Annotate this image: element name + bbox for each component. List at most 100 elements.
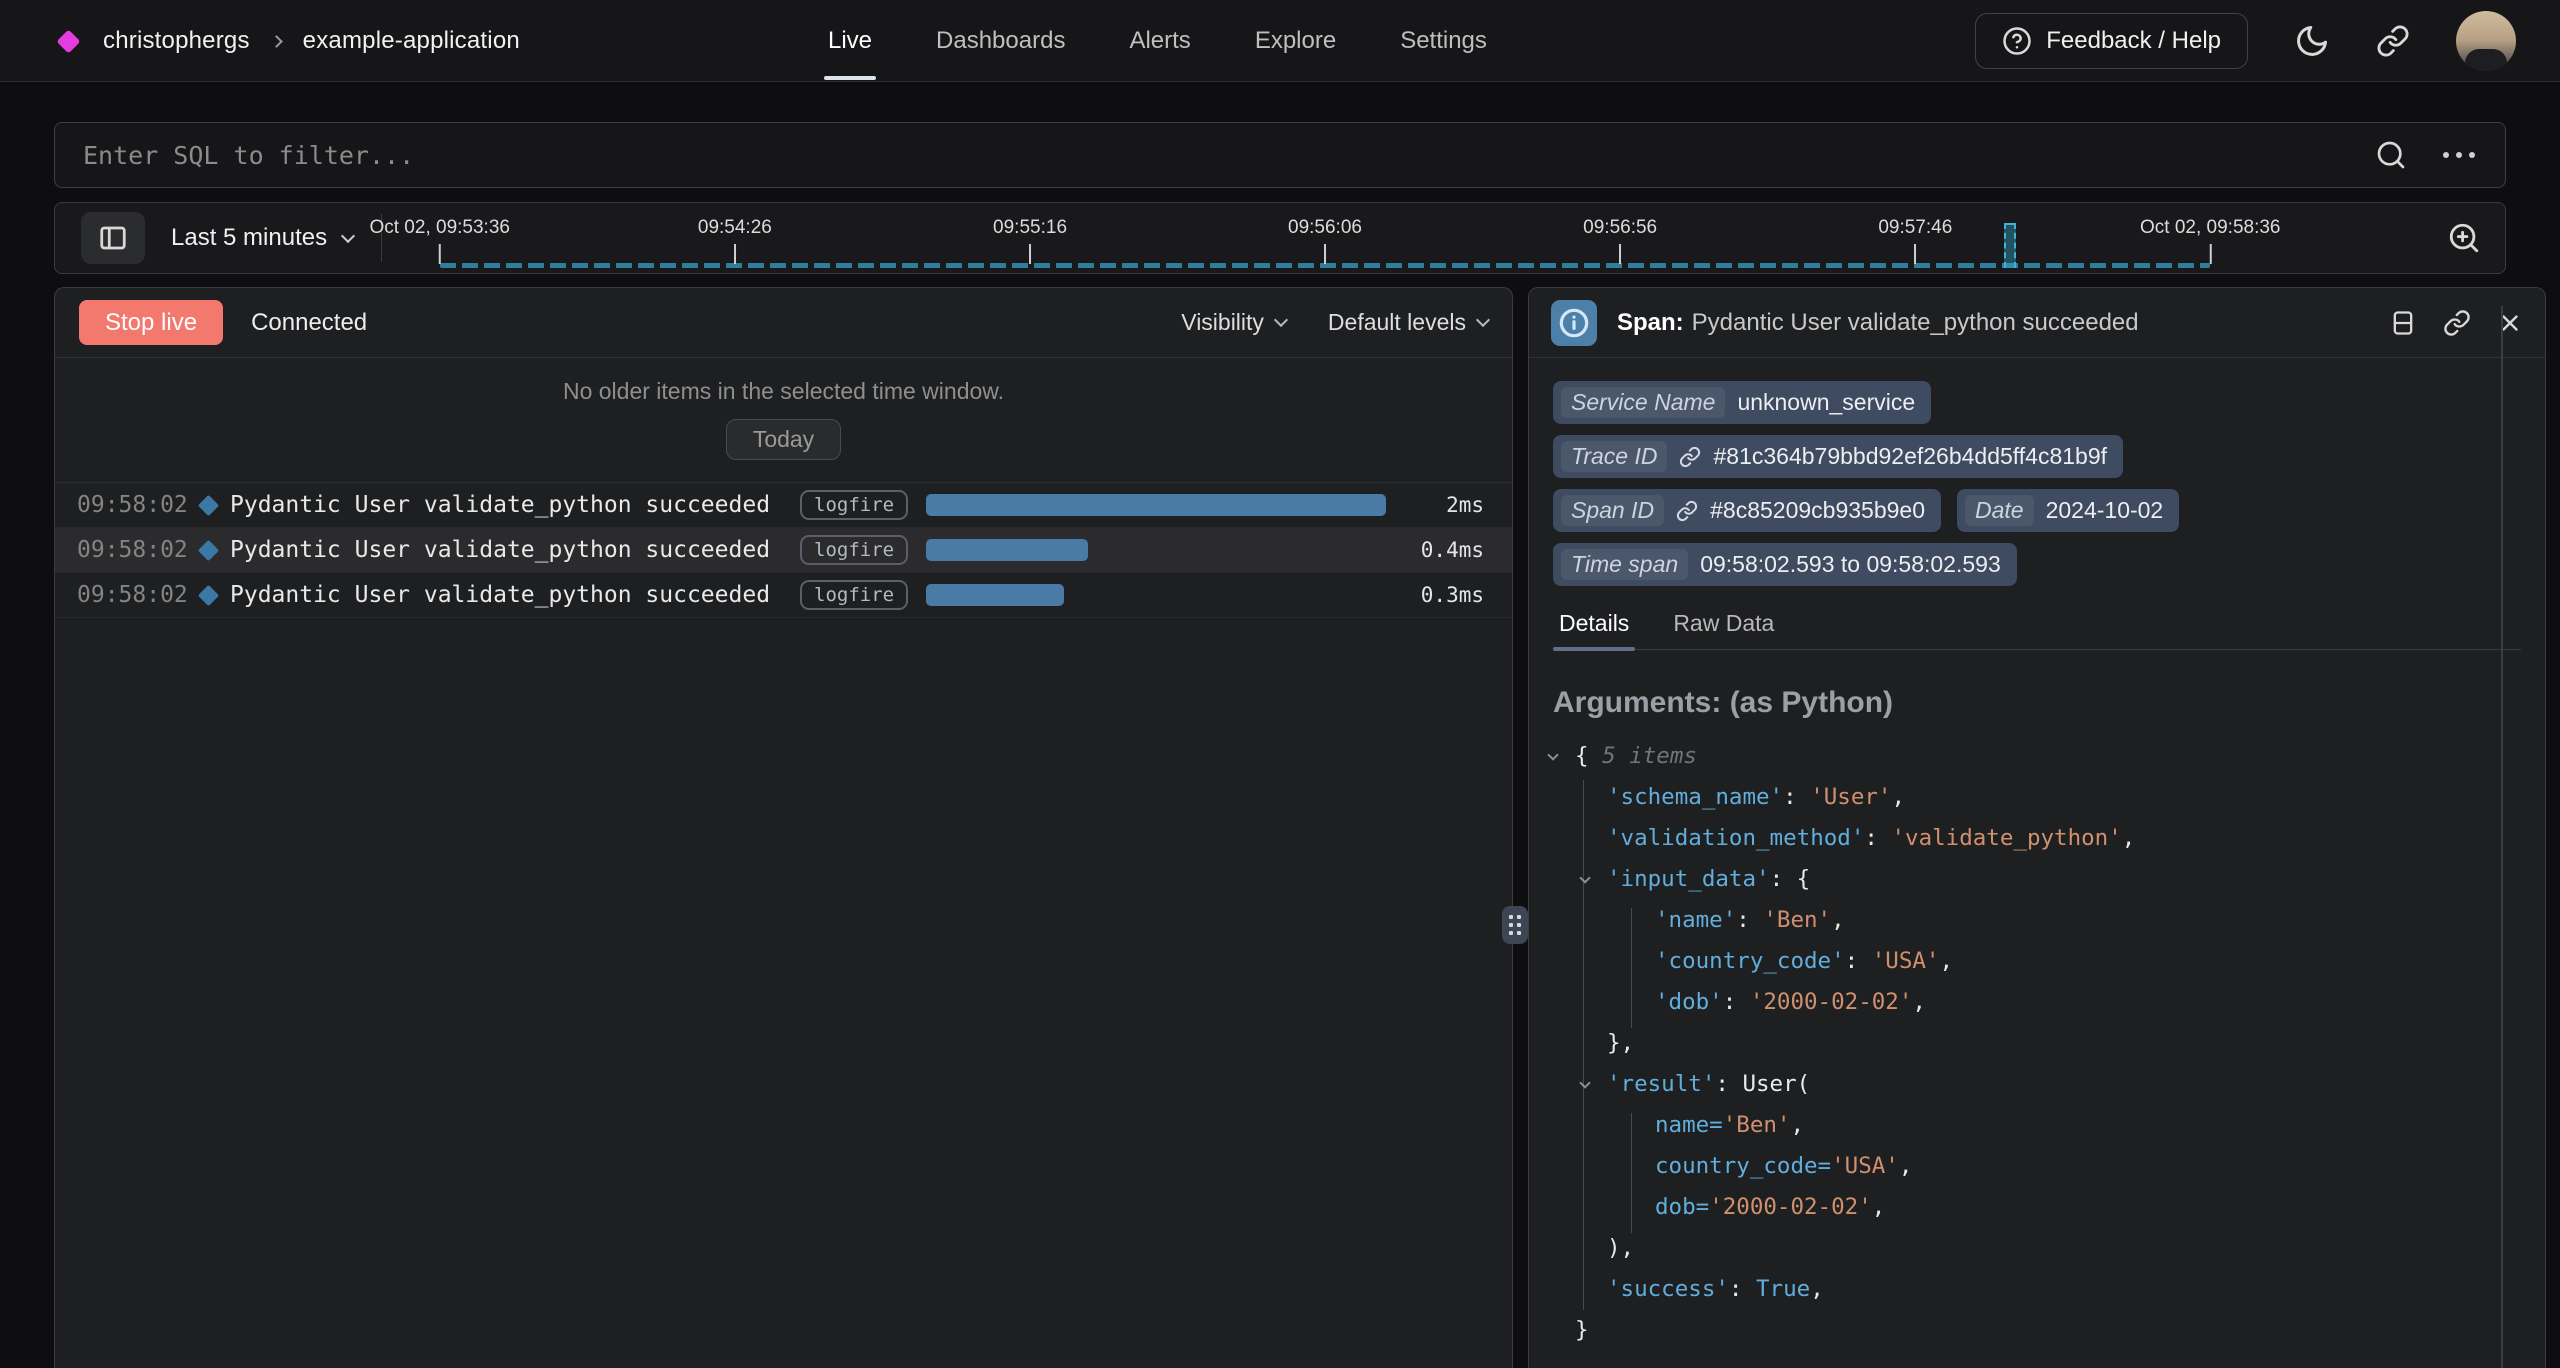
search-icon[interactable] (2375, 139, 2407, 171)
duration-bar-track (926, 538, 1418, 562)
sidebar-toggle-button[interactable] (81, 212, 145, 264)
span-panel-header: Span:Pydantic User validate_python succe… (1529, 288, 2545, 358)
visibility-label: Visibility (1181, 309, 1264, 336)
property-value: 09:58:02.593 to 09:58:02.593 (1700, 551, 2001, 578)
span-title-text: Pydantic User validate_python succeeded (1692, 309, 2139, 336)
chevron-down-icon (341, 228, 355, 242)
panel-scrollbar[interactable] (2501, 306, 2503, 1368)
code-segment: , (1810, 1276, 1824, 1302)
time-range-select[interactable]: Last 5 minutes (171, 224, 353, 252)
code-segment: 'Ben' (1723, 1112, 1791, 1138)
logfire-logo-icon[interactable] (56, 29, 80, 53)
code-line: 'name': 'Ben', (1553, 900, 2521, 941)
code-segment: 'USA' (1831, 1153, 1899, 1179)
split-view-icon[interactable] (2389, 309, 2417, 337)
property-pill-trace-id[interactable]: Trace ID#81c364b79bbd92ef26b4dd5ff4c81b9… (1553, 435, 2123, 478)
breadcrumb-chevron-icon (270, 35, 283, 48)
log-row[interactable]: 09:58:02Pydantic User validate_python su… (55, 483, 1512, 528)
property-pill-span-id[interactable]: Span ID#8c85209cb935b9e0 (1553, 489, 1941, 532)
breadcrumb-org[interactable]: christophergs (103, 27, 250, 55)
duration-bar-track (926, 583, 1418, 607)
log-duration: 0.3ms (1418, 583, 1512, 607)
duration-bar (926, 494, 1386, 516)
dark-mode-moon-icon[interactable] (2294, 23, 2330, 59)
code-segment: True (1756, 1276, 1810, 1302)
visibility-dropdown[interactable]: Visibility (1181, 309, 1286, 336)
tab-explore[interactable]: Explore (1255, 0, 1336, 82)
code-segment: , (1939, 948, 1953, 974)
log-timestamp: 09:58:02 (77, 537, 199, 563)
time-range-label: Last 5 minutes (171, 224, 327, 252)
timeline-tick-label: 09:57:46 (1878, 217, 1952, 239)
panel-resize-handle[interactable] (1502, 906, 1528, 944)
feedback-help-button[interactable]: Feedback / Help (1975, 13, 2248, 69)
badge-row: Service Nameunknown_service (1553, 381, 2521, 424)
badge-row: Trace ID#81c364b79bbd92ef26b4dd5ff4c81b9… (1553, 435, 2521, 478)
user-avatar[interactable] (2456, 11, 2516, 71)
today-button[interactable]: Today (726, 419, 841, 460)
stop-live-button[interactable]: Stop live (79, 300, 223, 345)
code-segment: : (1729, 1276, 1756, 1302)
timeline-tick: 09:54:26 (698, 203, 772, 264)
code-segment: } (1575, 1317, 1589, 1343)
tab-alerts[interactable]: Alerts (1129, 0, 1190, 82)
timeline-tick-label: Oct 02, 09:58:36 (2140, 217, 2281, 239)
timeline-plot[interactable]: Oct 02, 09:53:3609:54:2609:55:1609:56:06… (392, 203, 2377, 273)
code-segment: , (1872, 1194, 1886, 1220)
collapse-chevron-icon[interactable] (1547, 749, 1558, 760)
code-segment: , (2122, 825, 2136, 851)
code-segment: : (1845, 948, 1872, 974)
code-line: 'schema_name': 'User', (1553, 777, 2521, 818)
copy-link-icon[interactable] (2443, 309, 2471, 337)
link-icon (1676, 500, 1698, 522)
code-segment: 'success' (1607, 1276, 1729, 1302)
log-row[interactable]: 09:58:02Pydantic User validate_python su… (55, 573, 1512, 618)
log-tag[interactable]: logfire (800, 535, 908, 565)
live-panel: Stop live Connected Visibility Default l… (54, 287, 1513, 1368)
code-line: 'country_code': 'USA', (1553, 941, 2521, 982)
default-levels-dropdown[interactable]: Default levels (1328, 309, 1488, 336)
code-segment: : { (1770, 866, 1811, 892)
sql-filter-actions (2375, 139, 2505, 171)
code-segment: 'User' (1810, 784, 1891, 810)
detail-tab-details[interactable]: Details (1557, 602, 1631, 649)
collapse-chevron-icon[interactable] (1579, 1077, 1590, 1088)
log-row[interactable]: 09:58:02Pydantic User validate_python su… (55, 528, 1512, 573)
log-timestamp: 09:58:02 (77, 582, 199, 608)
code-line: }, (1553, 1023, 2521, 1064)
timeline-zoom-button[interactable] (2447, 202, 2481, 274)
code-line: } (1553, 1310, 2521, 1351)
code-line: 'dob': '2000-02-02', (1553, 982, 2521, 1023)
code-segment: 'schema_name' (1607, 784, 1783, 810)
share-link-icon[interactable] (2376, 24, 2410, 58)
span-diamond-icon (198, 584, 219, 605)
badge-row: Span ID#8c85209cb935b9e0 Date2024-10-02 (1553, 489, 2521, 532)
nav-tabs: Live Dashboards Alerts Explore Settings (828, 0, 1487, 82)
log-tag[interactable]: logfire (800, 580, 908, 610)
property-pill-date: Date2024-10-02 (1957, 489, 2179, 532)
tab-dashboards[interactable]: Dashboards (936, 0, 1065, 82)
code-line: ), (1553, 1228, 2521, 1269)
detail-tab-raw-data[interactable]: Raw Data (1671, 602, 1776, 649)
more-options-icon[interactable] (2443, 152, 2475, 158)
breadcrumb-project[interactable]: example-application (303, 27, 520, 55)
code-segment: : (1736, 907, 1763, 933)
code-segment: : (1864, 825, 1891, 851)
tab-settings[interactable]: Settings (1400, 0, 1487, 82)
sql-filter-input[interactable] (55, 123, 2375, 187)
collapse-chevron-icon[interactable] (1579, 872, 1590, 883)
span-panel-body: Service Nameunknown_service Trace ID#81c3… (1529, 359, 2545, 1368)
span-detail-panel: Span:Pydantic User validate_python succe… (1528, 287, 2546, 1368)
log-tag[interactable]: logfire (800, 490, 908, 520)
zoom-in-icon (2447, 221, 2481, 255)
log-timestamp: 09:58:02 (77, 492, 199, 518)
timeline-tick: Oct 02, 09:53:36 (369, 203, 510, 264)
timeline-tick-mark (1324, 244, 1326, 264)
timeline-tick-mark (1914, 244, 1916, 264)
code-segment: '2000-02-02' (1709, 1194, 1872, 1220)
badge-row: Time span09:58:02.593 to 09:58:02.593 (1553, 543, 2521, 586)
tab-live[interactable]: Live (828, 0, 872, 82)
span-diamond-icon (198, 494, 219, 515)
code-segment: , (1891, 784, 1905, 810)
timeline-activity-spike (2004, 223, 2016, 268)
